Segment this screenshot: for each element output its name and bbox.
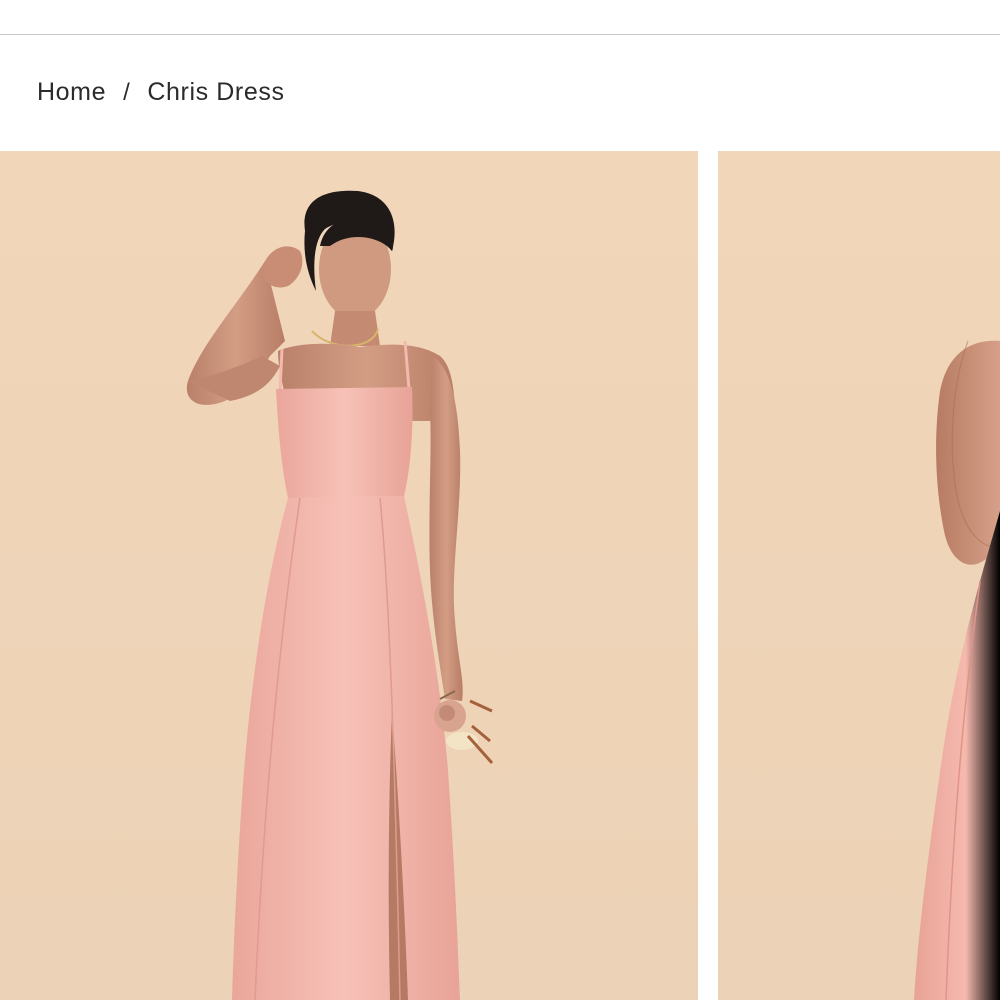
breadcrumb: Home / Chris Dress <box>37 78 285 107</box>
product-photo-2[interactable] <box>718 151 1000 1000</box>
breadcrumb-current-page: Chris Dress <box>147 78 285 106</box>
product-gallery <box>0 151 1000 1000</box>
header-bar <box>0 0 1000 35</box>
model-illustration-1 <box>186 190 494 1000</box>
product-photo-1[interactable] <box>0 151 698 1000</box>
breadcrumb-home-link[interactable]: Home <box>37 78 106 107</box>
model-illustration-2 <box>914 340 1000 1000</box>
breadcrumb-separator: / <box>123 78 131 106</box>
